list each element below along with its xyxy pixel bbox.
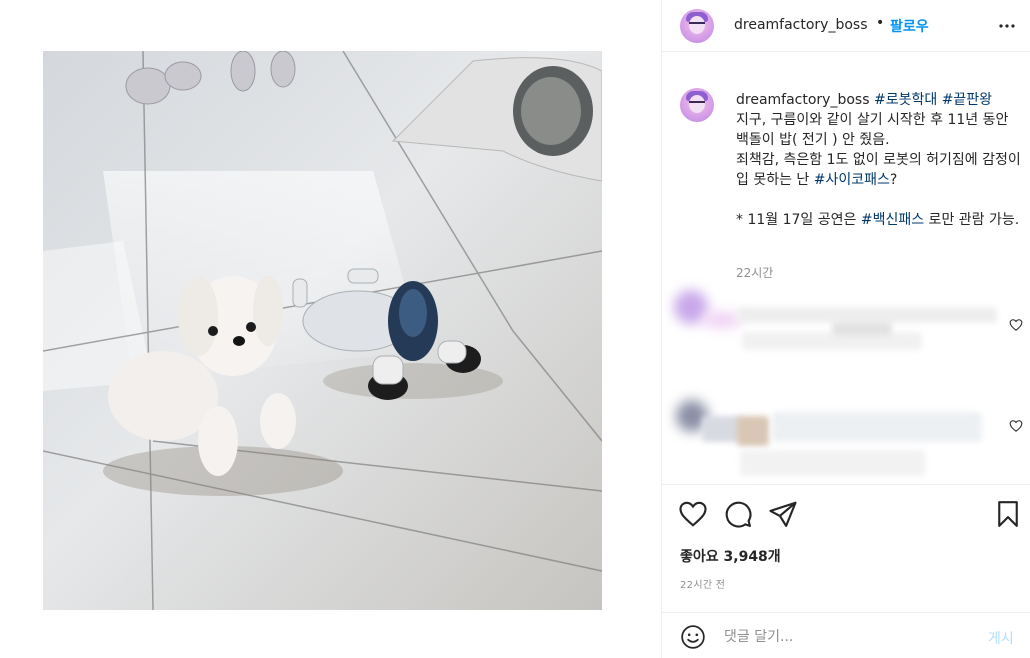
hashtag-link[interactable]: #로봇학대 xyxy=(874,92,937,108)
comment-bubble-icon[interactable] xyxy=(723,499,753,529)
heart-icon[interactable] xyxy=(678,499,708,529)
caption-username[interactable]: dreamfactory_boss xyxy=(736,92,870,108)
emoji-smile-icon[interactable] xyxy=(680,624,706,650)
follow-button[interactable]: 팔로우 xyxy=(890,16,929,36)
post-comment-button[interactable]: 게시 xyxy=(988,628,1014,648)
hashtag-link[interactable]: #백신패스 xyxy=(861,212,924,228)
caption-timestamp[interactable]: 22시간 xyxy=(736,264,773,281)
comment-input[interactable] xyxy=(724,627,964,647)
paper-plane-icon[interactable] xyxy=(768,499,798,529)
post-sidebar: dreamfactory_boss • 팔로우 dreamfactory_bos… xyxy=(661,0,1030,658)
caption-text: 로만 관람 가능. xyxy=(924,212,1020,228)
bookmark-icon[interactable] xyxy=(993,499,1023,529)
photo-dog-and-robot-dog xyxy=(43,51,602,610)
more-horizontal-icon[interactable] xyxy=(995,14,1019,38)
avatar[interactable] xyxy=(680,9,714,43)
post-header: dreamfactory_boss • 팔로우 xyxy=(662,0,1030,52)
post-timestamp[interactable]: 22시간 전 xyxy=(680,576,725,591)
likes-count[interactable]: 좋아요 3,948개 xyxy=(680,546,781,566)
blurred-comment xyxy=(662,392,1030,482)
header-username[interactable]: dreamfactory_boss xyxy=(734,17,868,33)
separator-dot: • xyxy=(876,15,885,31)
caption-avatar[interactable] xyxy=(680,88,714,122)
post-photo[interactable] xyxy=(43,51,602,610)
media-pane xyxy=(0,0,661,658)
blurred-comment xyxy=(662,282,1030,372)
comment-like-heart-icon[interactable] xyxy=(1009,419,1023,433)
hashtag-link[interactable]: #사이코패스 xyxy=(814,172,890,188)
post-caption: dreamfactory_boss #로봇학대 #끝판왕 지구, 구름이와 같이… xyxy=(736,90,1022,230)
comment-like-heart-icon[interactable] xyxy=(1009,318,1023,332)
comment-form: 게시 xyxy=(662,612,1030,658)
comments-scroll-area[interactable]: dreamfactory_boss #로봇학대 #끝판왕 지구, 구름이와 같이… xyxy=(662,52,1030,484)
hashtag-link[interactable]: #끝판왕 xyxy=(942,92,992,108)
